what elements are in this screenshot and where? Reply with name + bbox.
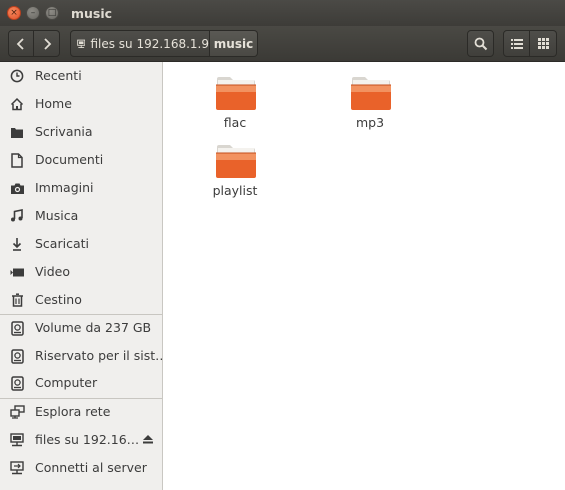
breadcrumb-current[interactable]: music [210,30,258,57]
sidebar-item-label: Volume da 237 GB [35,320,152,335]
grid-view-button[interactable] [530,30,557,57]
sidebar-item-label: Riservato per il sist… [35,348,168,363]
minimize-icon: – [30,7,36,18]
list-view-icon [510,38,523,49]
eject-icon[interactable] [141,432,155,448]
search-button[interactable] [467,30,494,57]
back-icon [16,37,24,50]
drive-icon [9,375,25,391]
trash-icon [9,292,25,308]
sidebar-item-riservato[interactable]: Riservato per il sist… [0,343,168,369]
sidebar-item-documenti[interactable]: Documenti [0,147,162,173]
title-bar: × – □ music [0,0,565,26]
sidebar-item-label: files su 192.16… [35,432,140,447]
maximize-icon: □ [47,7,57,18]
sidebar-item-scaricati[interactable]: Scaricati [0,231,162,257]
search-icon [474,37,487,50]
sidebar-item-label: Computer [35,375,98,390]
maximize-window-button[interactable]: □ [45,6,59,20]
music-note-icon [9,208,25,224]
sidebar-item-label: Immagini [35,180,94,195]
clock-icon [9,68,25,84]
file-name: flac [223,115,247,130]
sidebar-item-recenti[interactable]: Recenti [0,63,162,89]
download-icon [9,236,25,252]
minimize-window-button[interactable]: – [26,6,40,20]
back-button[interactable] [8,30,34,57]
forward-icon [43,37,51,50]
sidebar-item-esplora-rete[interactable]: Esplora rete [0,399,162,425]
document-icon [9,152,25,168]
file-name: mp3 [355,115,385,130]
sidebar-item-home[interactable]: Home [0,91,162,117]
list-view-button[interactable] [503,30,530,57]
sidebar-item-label: Video [35,264,71,279]
sidebar-item-label: Scaricati [35,236,89,251]
file-view: flac mp3 playlist [164,62,565,490]
folder-icon [216,77,256,110]
video-icon [9,264,25,280]
desktop-folder-icon [9,124,25,140]
sidebar-item-label: Cestino [35,292,82,307]
folder-item[interactable]: flac [185,66,285,132]
sidebar-item-label: Esplora rete [35,404,111,419]
forward-button[interactable] [34,30,60,57]
sidebar-item-scrivania[interactable]: Scrivania [0,119,162,145]
sidebar-item-cestino[interactable]: Cestino [0,287,162,313]
sidebar-item-volume[interactable]: Volume da 237 GB [0,315,162,341]
breadcrumb-current-label: music [213,36,254,51]
folder-icon [216,145,256,178]
close-icon: × [10,7,18,18]
network-icon [9,404,25,420]
camera-icon [9,180,25,196]
sidebar-item-label: Documenti [35,152,104,167]
sidebar-item-computer[interactable]: Computer [0,370,162,396]
breadcrumb-host-label: files su 192.168.1.9 [90,36,209,51]
sidebar-item-label: Musica [35,208,79,223]
breadcrumb-host[interactable]: files su 192.168.1.9 [70,30,210,57]
file-name: playlist [212,183,258,198]
network-drive-icon [77,39,86,48]
sidebar: Recenti Home Scrivania Documenti Immagin… [0,62,168,490]
sidebar-item-label: Home [35,96,72,111]
network-drive-icon [9,432,25,448]
sidebar-item-musica[interactable]: Musica [0,203,162,229]
drive-icon [9,320,25,336]
server-connect-icon [9,460,25,476]
folder-icon [351,77,391,110]
sidebar-item-immagini[interactable]: Immagini [0,175,162,201]
folder-item[interactable]: playlist [185,134,285,200]
sidebar-item-video[interactable]: Video [0,259,162,285]
sidebar-item-label: Connetti al server [35,460,147,475]
sidebar-item-connetti-server[interactable]: Connetti al server [0,455,162,481]
home-icon [9,96,25,112]
folder-item[interactable]: mp3 [320,66,420,132]
sidebar-item-files-share[interactable]: files su 192.16… [0,427,162,453]
drive-icon [9,348,25,364]
window-title: music [71,5,113,21]
grid-view-icon [537,38,549,49]
sidebar-item-label: Scrivania [35,124,93,139]
header-toolbar: files su 192.168.1.9 music [0,26,565,62]
close-window-button[interactable]: × [7,6,21,20]
sidebar-item-label: Recenti [35,68,82,83]
